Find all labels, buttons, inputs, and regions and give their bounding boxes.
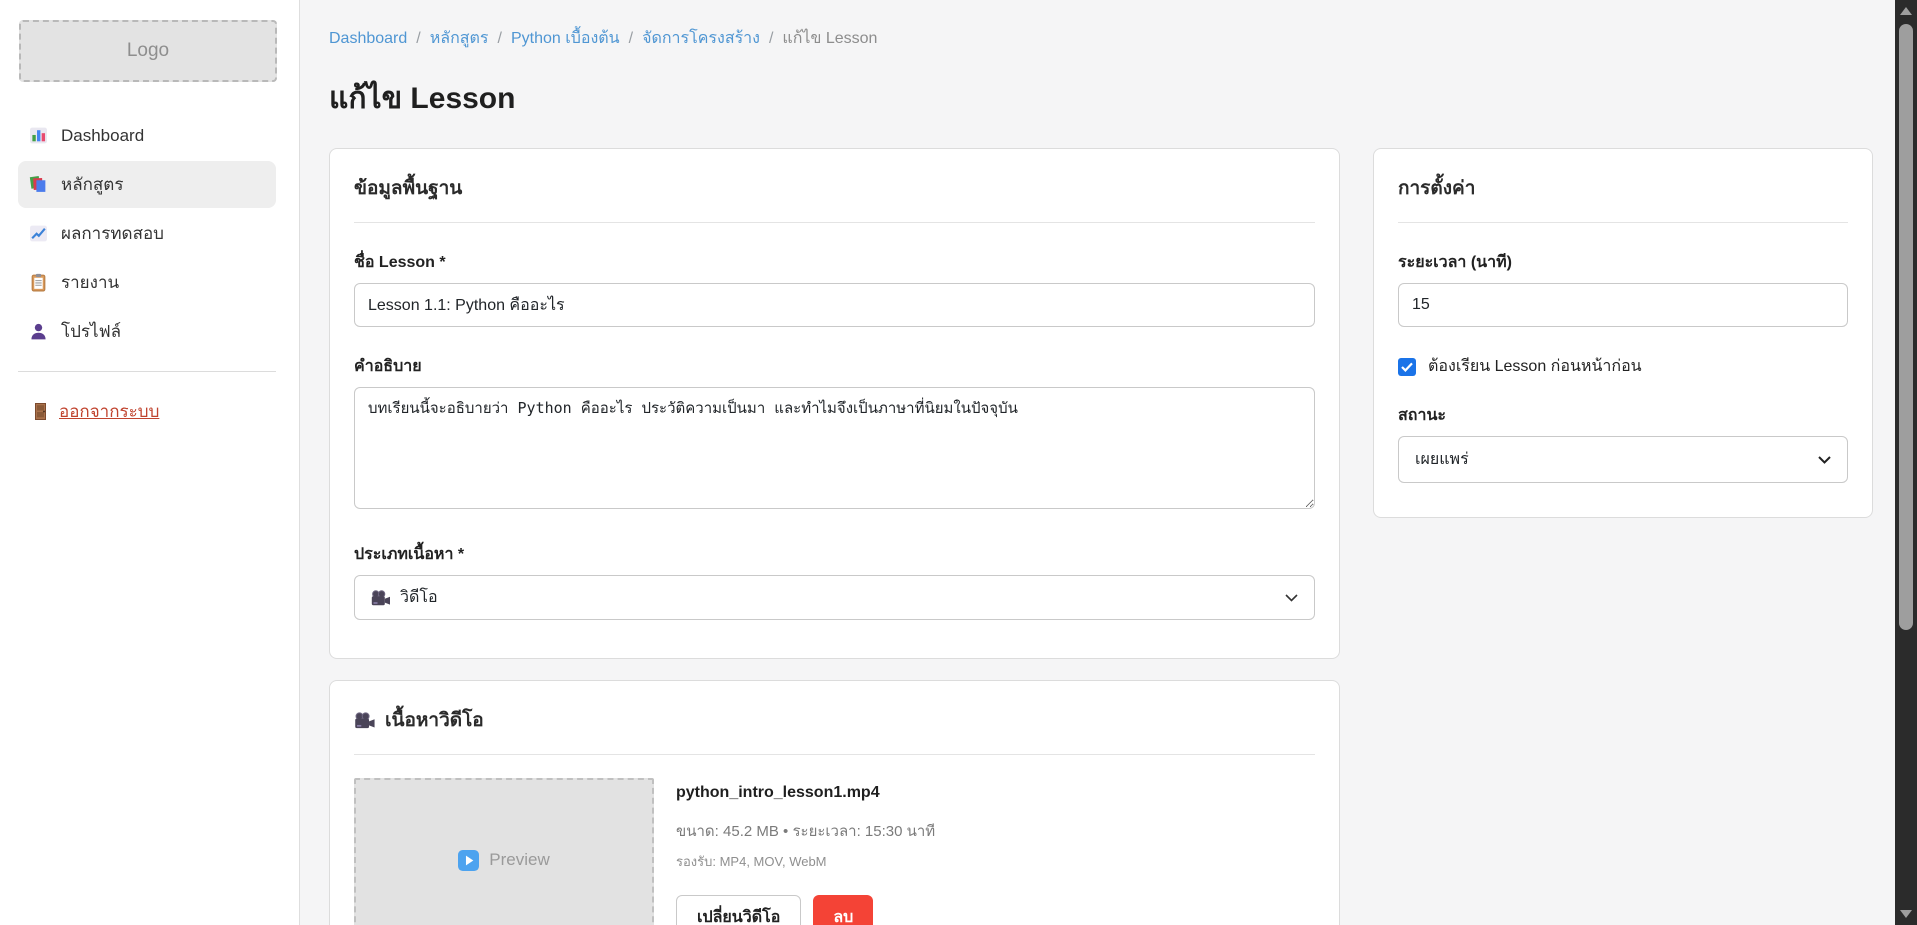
status-label: สถานะ <box>1398 403 1848 428</box>
breadcrumb-current: แก้ไข Lesson <box>782 26 877 51</box>
chevron-down-icon <box>1285 594 1298 602</box>
duration-label: ระยะเวลา (นาที) <box>1398 250 1848 275</box>
logo-text: Logo <box>127 40 169 62</box>
content-type-select[interactable]: วิดีโอ <box>354 575 1315 620</box>
scroll-down-arrow[interactable] <box>1895 903 1917 925</box>
sidebar-item-dashboard[interactable]: Dashboard <box>18 112 276 159</box>
bar-chart-icon <box>29 126 48 145</box>
sidebar-item-reports[interactable]: รายงาน <box>18 259 276 306</box>
video-preview[interactable]: Preview <box>354 778 654 925</box>
clipboard-icon <box>29 273 48 292</box>
sidebar-item-label: หลักสูตร <box>61 171 123 198</box>
video-card-title: เนื้อหาวิดีโอ <box>385 705 484 735</box>
sidebar-item-test-results[interactable]: ผลการทดสอบ <box>18 210 276 257</box>
card-divider <box>354 222 1315 223</box>
status-select[interactable]: เผยแพร่ <box>1398 436 1848 483</box>
breadcrumb-python-course[interactable]: Python เบื้องต้น <box>511 26 620 51</box>
play-icon <box>458 850 479 871</box>
status-value: เผยแพร่ <box>1415 447 1469 472</box>
person-icon <box>29 322 48 341</box>
description-textarea[interactable]: บทเรียนนี้จะอธิบายว่า Python คืออะไร ประ… <box>354 387 1315 509</box>
prerequisite-label: ต้องเรียน Lesson ก่อนหน้าก่อน <box>1428 354 1642 379</box>
sidebar-divider <box>18 371 276 372</box>
card-divider <box>1398 222 1848 223</box>
content-type-value: วิดีโอ <box>400 585 438 610</box>
lesson-name-input[interactable] <box>354 283 1315 327</box>
scrollbar-thumb[interactable] <box>1899 24 1913 630</box>
settings-card: การตั้งค่า ระยะเวลา (นาที) ต้องเรียน Les… <box>1373 148 1873 518</box>
sidebar-item-label: Dashboard <box>61 126 144 146</box>
duration-input[interactable] <box>1398 283 1848 327</box>
breadcrumb-separator: / <box>416 30 420 48</box>
vertical-scrollbar[interactable] <box>1895 0 1917 925</box>
video-supported-formats: รองรับ: MP4, MOV, WebM <box>676 851 935 872</box>
chart-up-icon <box>29 224 48 243</box>
video-filename: python_intro_lesson1.mp4 <box>676 784 935 802</box>
preview-label: Preview <box>489 850 549 870</box>
video-meta: ขนาด: 45.2 MB • ระยะเวลา: 15:30 นาที <box>676 819 935 843</box>
settings-card-title: การตั้งค่า <box>1398 173 1848 203</box>
card-divider <box>354 754 1315 755</box>
change-video-button[interactable]: เปลี่ยนวิดีโอ <box>676 895 801 925</box>
sidebar-item-label: โปรไฟล์ <box>61 318 121 345</box>
breadcrumb-courses[interactable]: หลักสูตร <box>430 26 489 51</box>
breadcrumb-separator: / <box>629 30 633 48</box>
sidebar-item-label: ผลการทดสอบ <box>61 220 164 247</box>
sidebar-item-label: รายงาน <box>61 269 119 296</box>
breadcrumb-dashboard[interactable]: Dashboard <box>329 30 407 48</box>
chevron-down-icon <box>1818 456 1831 464</box>
basic-info-card-title: ข้อมูลพื้นฐาน <box>354 173 1315 203</box>
sidebar-item-courses[interactable]: หลักสูตร <box>18 161 276 208</box>
video-camera-icon <box>371 590 391 606</box>
books-icon <box>29 175 48 194</box>
breadcrumb: Dashboard / หลักสูตร / Python เบื้องต้น … <box>329 26 1895 51</box>
scroll-up-arrow[interactable] <box>1895 0 1917 22</box>
breadcrumb-structure[interactable]: จัดการโครงสร้าง <box>642 26 760 51</box>
logout-link[interactable]: ออกจากระบบ <box>32 398 299 425</box>
lesson-name-label: ชื่อ Lesson * <box>354 250 1315 275</box>
logo-placeholder: Logo <box>19 20 277 82</box>
sidebar-menu: Dashboard หลักสูตร ผลการทดสอบ <box>0 112 299 355</box>
video-card: เนื้อหาวิดีโอ Preview python_intro_lesso… <box>329 680 1340 925</box>
prerequisite-checkbox-row[interactable]: ต้องเรียน Lesson ก่อนหน้าก่อน <box>1398 354 1848 379</box>
video-camera-icon <box>354 712 376 729</box>
logout-label: ออกจากระบบ <box>59 398 159 425</box>
main-content: Dashboard / หลักสูตร / Python เบื้องต้น … <box>301 0 1895 925</box>
sidebar: Logo Dashboard หลักสูตร ผ <box>0 0 300 925</box>
delete-video-button[interactable]: ลบ <box>813 895 873 925</box>
content-type-label: ประเภทเนื้อหา * <box>354 542 1315 567</box>
description-label: คำอธิบาย <box>354 354 1315 379</box>
door-icon <box>32 402 49 421</box>
page-title: แก้ไข Lesson <box>329 75 1895 122</box>
basic-info-card: ข้อมูลพื้นฐาน ชื่อ Lesson * คำอธิบาย บทเ… <box>329 148 1340 659</box>
breadcrumb-separator: / <box>498 30 502 48</box>
sidebar-item-profile[interactable]: โปรไฟล์ <box>18 308 276 355</box>
breadcrumb-separator: / <box>769 30 773 48</box>
checkbox-checked-icon[interactable] <box>1398 358 1416 376</box>
